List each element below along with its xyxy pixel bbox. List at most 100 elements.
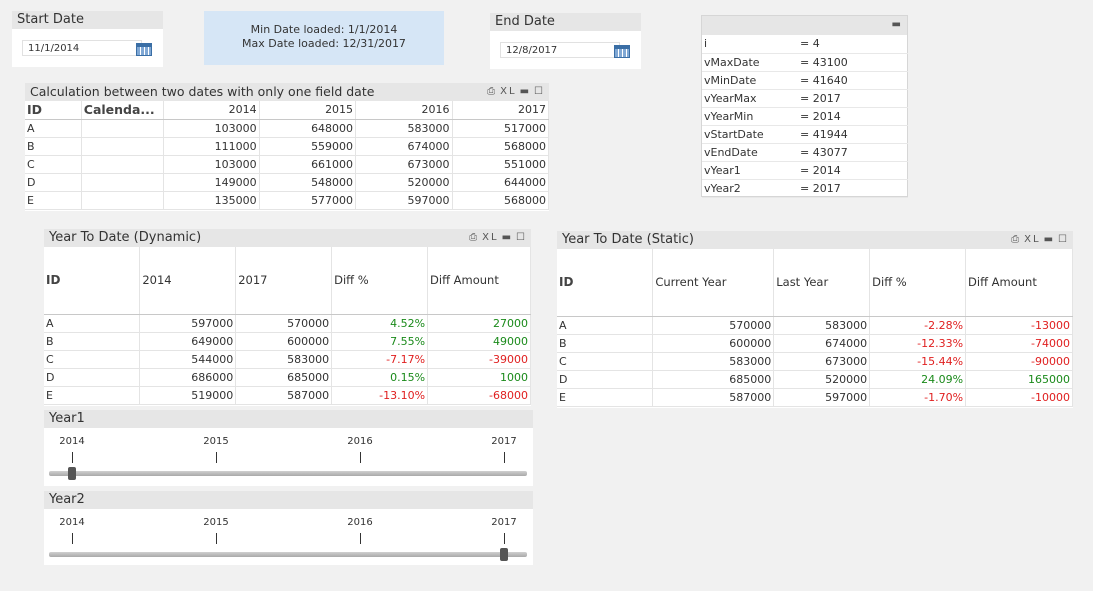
ytd-dynamic-title: Year To Date (Dynamic) ⎙ XL ▬ ☐ — [44, 229, 531, 247]
xl-icon[interactable]: XL — [500, 83, 516, 101]
column-header[interactable]: 2014 — [163, 101, 260, 120]
column-header[interactable]: 2014 — [139, 247, 237, 315]
table-row: D 686000 685000 0.15% 1000 — [44, 368, 531, 387]
tick-label: 2015 — [203, 436, 229, 447]
table-cell: 661000 — [259, 155, 357, 174]
table-cell: 520000 — [355, 173, 453, 192]
tick-mark — [72, 533, 73, 544]
year2-title: Year2 — [44, 491, 533, 509]
table-cell: 587000 — [652, 388, 775, 407]
table-row: D 685000 520000 24.09% 165000 — [557, 370, 1073, 389]
calc-table-box: Calculation between two dates with only … — [25, 83, 550, 211]
slider-track[interactable] — [49, 552, 527, 557]
calc-table-title: Calculation between two dates with only … — [25, 83, 549, 101]
end-date-box: End Date 12/8/2017 — [490, 13, 641, 69]
column-header[interactable]: Diff Amount — [965, 249, 1073, 317]
table-cell: -13000 — [965, 316, 1073, 335]
table-cell: 583000 — [773, 316, 871, 335]
column-header[interactable]: ID — [44, 247, 141, 315]
variable-name: vYear1 — [702, 161, 798, 180]
maximize-icon[interactable]: ☐ — [516, 229, 527, 247]
table-cell: 674000 — [355, 137, 453, 156]
table-row: A 570000 583000 -2.28% -13000 — [557, 316, 1073, 335]
tick-label: 2014 — [59, 517, 85, 528]
column-header[interactable]: 2017 — [452, 101, 550, 120]
table-cell: 587000 — [235, 386, 333, 405]
table-cell: 111000 — [163, 137, 260, 156]
slider-track[interactable] — [49, 471, 527, 476]
max-date-loaded: Max Date loaded: 12/31/2017 — [242, 37, 406, 50]
minimize-icon[interactable]: ▬ — [502, 229, 513, 247]
column-header[interactable]: Diff % — [331, 247, 429, 315]
table-cell: E — [44, 386, 141, 405]
table-cell: 648000 — [259, 119, 357, 138]
column-header[interactable]: Diff % — [869, 249, 967, 317]
calendar-icon[interactable] — [614, 45, 630, 58]
table-row: E 519000 587000 -13.10% -68000 — [44, 386, 531, 405]
tick-mark — [360, 533, 361, 544]
start-date-input[interactable]: 11/1/2014 — [22, 40, 142, 56]
table-cell: -10000 — [965, 388, 1073, 407]
variable-name: vYearMin — [702, 107, 798, 126]
table-row: A 597000 570000 4.52% 27000 — [44, 314, 531, 333]
column-header[interactable]: ID — [25, 101, 82, 120]
column-header[interactable]: 2017 — [235, 247, 333, 315]
xl-icon[interactable]: XL — [1024, 231, 1040, 249]
calc-table: ID Calenda... 2014 2015 2016 2017 A 103000 64800… — [25, 101, 550, 210]
table-cell: -13.10% — [331, 386, 429, 405]
table-cell: -2.28% — [869, 316, 967, 335]
ytd-static-box: Year To Date (Static) ⎙ XL ▬ ☐ ID Current Ye… — [557, 231, 1073, 408]
print-icon[interactable]: ⎙ — [469, 229, 479, 247]
column-header[interactable]: 2015 — [259, 101, 357, 120]
table-cell: 674000 — [773, 334, 871, 353]
minimize-icon[interactable]: ▬ — [1044, 231, 1055, 249]
minimize-icon[interactable]: ▬ — [892, 16, 903, 34]
variable-value: = 2014 — [798, 161, 908, 180]
table-cell: 27000 — [427, 314, 531, 333]
table-cell: 568000 — [452, 191, 550, 210]
table-row: B 649000 600000 7.55% 49000 — [44, 332, 531, 351]
column-header[interactable]: 2016 — [355, 101, 453, 120]
table-row: D 149000 548000 520000 644000 — [25, 173, 550, 192]
column-header[interactable]: Last Year — [773, 249, 871, 317]
year2-slider[interactable]: 2014 2015 2016 2017 — [44, 511, 533, 565]
xl-icon[interactable]: XL — [482, 229, 498, 247]
column-header[interactable]: Diff Amount — [427, 247, 531, 315]
tick-mark — [360, 452, 361, 463]
table-cell — [81, 191, 165, 210]
print-icon[interactable]: ⎙ — [1011, 231, 1021, 249]
table-cell: D — [25, 173, 82, 192]
minimize-icon[interactable]: ▬ — [520, 83, 531, 101]
table-cell: B — [25, 137, 82, 156]
tick-label: 2017 — [491, 436, 517, 447]
table-cell: 600000 — [652, 334, 775, 353]
slider-thumb[interactable] — [68, 467, 76, 480]
table-cell: -1.70% — [869, 388, 967, 407]
end-date-input[interactable]: 12/8/2017 — [500, 42, 620, 58]
ytd-static-table: ID Current Year Last Year Diff % Diff Amount… — [557, 249, 1073, 407]
column-header[interactable]: Current Year — [652, 249, 775, 317]
slider-thumb[interactable] — [500, 548, 508, 561]
table-cell: -12.33% — [869, 334, 967, 353]
table-cell: 49000 — [427, 332, 531, 351]
table-cell: 24.09% — [869, 370, 967, 389]
table-cell: 1000 — [427, 368, 531, 387]
maximize-icon[interactable]: ☐ — [534, 83, 545, 101]
maximize-icon[interactable]: ☐ — [1058, 231, 1069, 249]
table-cell: E — [557, 388, 654, 407]
column-header[interactable]: ID — [557, 249, 654, 317]
table-cell: 685000 — [652, 370, 775, 389]
print-icon[interactable]: ⎙ — [487, 83, 497, 101]
table-cell: D — [44, 368, 141, 387]
table-cell: C — [44, 350, 141, 369]
year1-slider[interactable]: 2014 2015 2016 2017 — [44, 430, 533, 486]
table-cell: A — [25, 119, 82, 138]
table-cell: C — [557, 352, 654, 371]
column-header[interactable]: Calenda... — [81, 101, 165, 120]
variable-value: = 41944 — [798, 125, 908, 144]
tick-label: 2016 — [347, 517, 373, 528]
calendar-icon[interactable] — [136, 43, 152, 56]
year2-slider-box: Year2 2014 2015 2016 2017 — [44, 491, 533, 565]
header-row: ID Calenda... 2014 2015 2016 2017 — [25, 101, 550, 120]
table-cell: 597000 — [773, 388, 871, 407]
